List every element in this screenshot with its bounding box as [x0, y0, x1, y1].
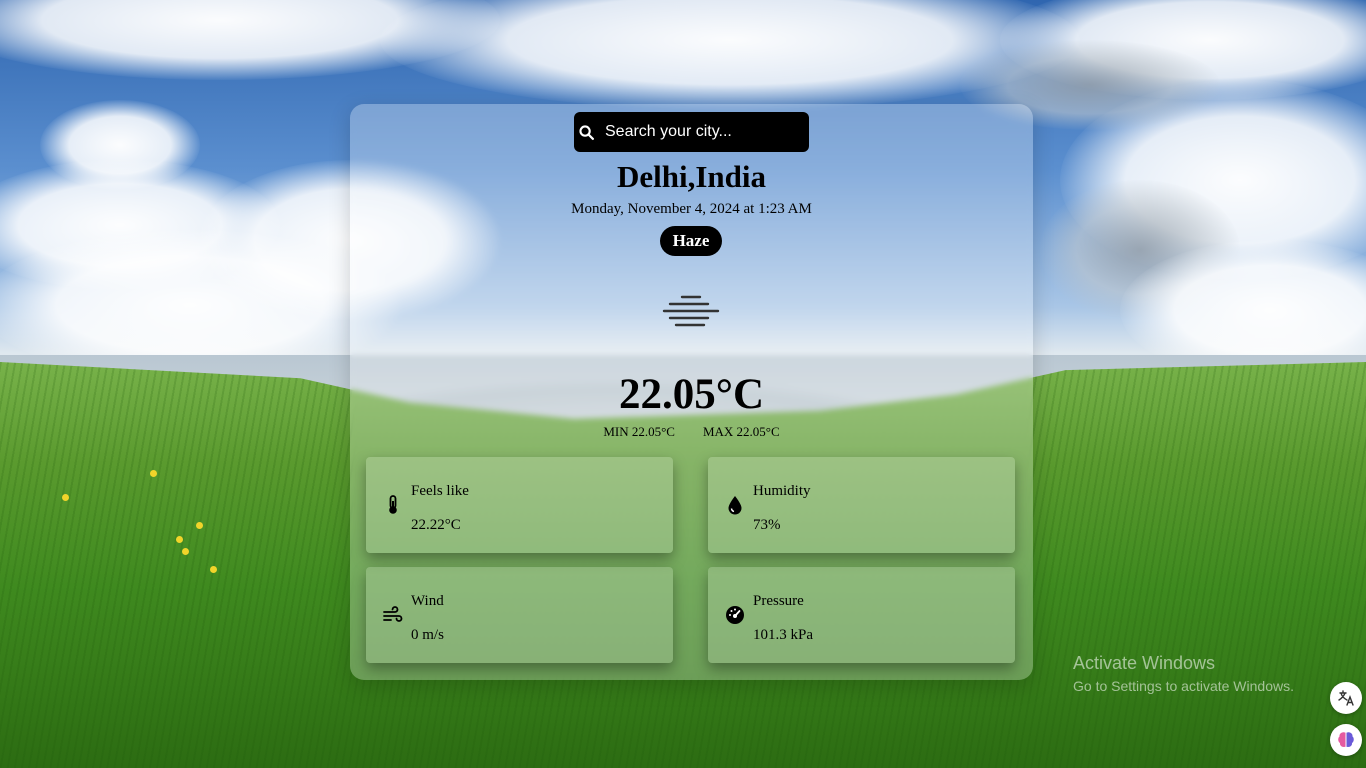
search-input[interactable]: [603, 122, 802, 142]
feels-like-value: 22.22°C: [411, 517, 461, 533]
pressure-tile: Pressure 101.3 kPa: [708, 567, 1015, 663]
ai-assistant-button[interactable]: [1330, 724, 1362, 756]
wind-tile: Wind 0 m/s: [366, 567, 673, 663]
search-icon[interactable]: [578, 124, 595, 141]
humidity-tile: Humidity 73%: [708, 457, 1015, 553]
city-name: Delhi,India: [616, 159, 767, 194]
weather-condition-badge: Haze: [660, 226, 722, 256]
date-time: Monday, November 4, 2024 at 1:23 AM: [571, 201, 812, 217]
translate-icon: [1338, 690, 1354, 706]
weather-card: Delhi,India Monday, November 4, 2024 at …: [350, 104, 1033, 680]
humidity-value: 73%: [753, 517, 781, 533]
watermark-subtitle: Go to Settings to activate Windows.: [1073, 678, 1294, 694]
thermometer-icon: [389, 495, 397, 514]
wind-value: 0 m/s: [411, 627, 444, 643]
water-drop-icon: [728, 496, 742, 515]
feels-like-tile: Feels like 22.22°C: [366, 457, 673, 553]
max-temperature: MAX 22.05°C: [702, 424, 780, 439]
search-bar[interactable]: [574, 112, 809, 152]
min-temperature: MIN 22.05°C: [603, 424, 675, 439]
pressure-label: Pressure: [753, 593, 804, 609]
brain-icon: [1338, 732, 1354, 748]
feels-like-label: Feels like: [411, 483, 469, 499]
min-max-temperature: MIN 22.05°C MAX 22.05°C: [350, 424, 1033, 440]
gauge-icon: [726, 606, 744, 624]
windows-activation-watermark: Activate Windows Go to Settings to activ…: [1073, 652, 1294, 695]
haze-icon: [662, 295, 720, 327]
current-temperature: 22.05°C: [619, 371, 764, 418]
wind-icon: [383, 606, 403, 622]
watermark-title: Activate Windows: [1073, 653, 1216, 673]
humidity-label: Humidity: [753, 483, 811, 499]
pressure-value: 101.3 kPa: [753, 627, 813, 643]
translate-button[interactable]: [1330, 682, 1362, 714]
wind-label: Wind: [411, 593, 444, 609]
